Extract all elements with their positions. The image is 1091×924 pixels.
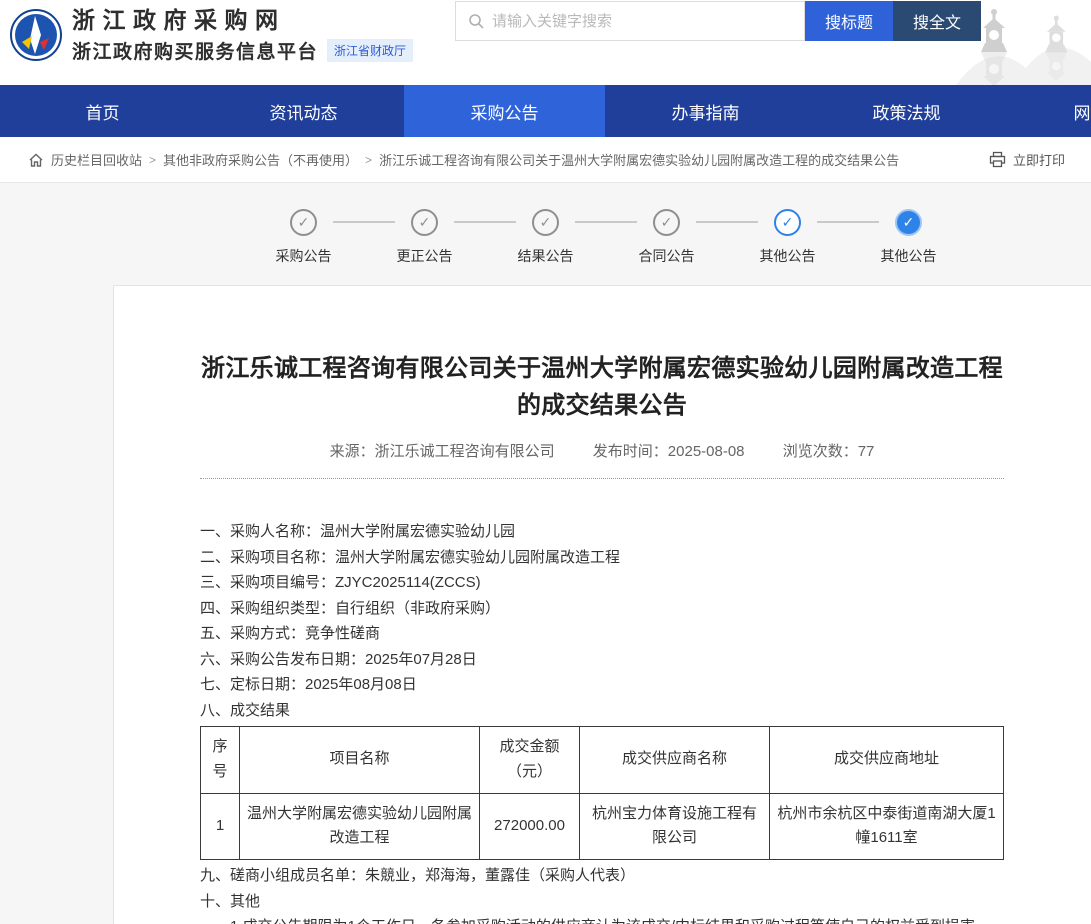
meta-divider xyxy=(200,478,1004,479)
nav-item-policies[interactable]: 政策法规 xyxy=(806,85,1007,137)
article-card: 浙江乐诚工程咨询有限公司关于温州大学附属宏德实验幼儿园附属改造工程的成交结果公告… xyxy=(113,285,1091,924)
step-label: 结果公告 xyxy=(518,246,574,266)
main-nav: 首页 资讯动态 采购公告 办事指南 政策法规 网站工作 xyxy=(0,85,1091,137)
site-logo-icon xyxy=(10,9,62,61)
site-title-block: 浙江政府采购网 浙江政府购买服务信息平台 浙江省财政厅 xyxy=(72,7,413,64)
check-icon: ✓ xyxy=(419,214,431,231)
step-label: 其他公告 xyxy=(760,246,816,266)
step-other-notice-current[interactable]: ✓ 其他公告 xyxy=(848,209,969,266)
check-icon: ✓ xyxy=(661,214,673,231)
article-meta: 来源：浙江乐诚工程咨询有限公司 发布时间：2025-08-08 浏览次数：77 xyxy=(200,440,1004,461)
cell-amount: 272000.00 xyxy=(480,793,580,860)
step-contract-notice[interactable]: ✓ 合同公告 xyxy=(606,209,727,266)
step-other-notice[interactable]: ✓ 其他公告 xyxy=(727,209,848,266)
col-header-seq: 序号 xyxy=(201,727,240,794)
check-icon: ✓ xyxy=(782,214,794,231)
notice-period-paragraph: 1.成交公告期限为1个工作日，各参加采购活动的供应商认为该成交/中标结果和采购过… xyxy=(200,914,1004,924)
site-subtitle: 浙江政府购买服务信息平台 xyxy=(72,37,318,64)
step-procurement-notice[interactable]: ✓ 采购公告 xyxy=(243,209,364,266)
notice-steps: ✓ 采购公告 ✓ 更正公告 ✓ 结果公告 ✓ 合同公告 ✓ 其他公告 ✓ 其他公… xyxy=(243,183,1091,266)
breadcrumb-item-current: 浙江乐诚工程咨询有限公司关于温州大学附属宏德实验幼儿园附属改造工程的成交结果公告 xyxy=(379,150,899,169)
check-icon: ✓ xyxy=(298,214,310,231)
finance-dept-badge: 浙江省财政厅 xyxy=(327,39,413,62)
print-button[interactable]: 立即打印 xyxy=(975,150,1065,169)
cell-supplier-address: 杭州市余杭区中泰街道南湖大厦1幢1611室 xyxy=(770,793,1004,860)
item-award-result: 八、成交结果 xyxy=(200,698,1004,724)
step-label: 采购公告 xyxy=(276,246,332,266)
site-logo[interactable]: 浙江政府采购网 浙江政府购买服务信息平台 浙江省财政厅 xyxy=(10,7,413,64)
nav-item-news[interactable]: 资讯动态 xyxy=(203,85,404,137)
site-title: 浙江政府采购网 xyxy=(72,7,413,35)
table-header-row: 序号 项目名称 成交金额 （元） 成交供应商名称 成交供应商地址 xyxy=(201,727,1004,794)
item-project-name: 二、采购项目名称：温州大学附属宏德实验幼儿园附属改造工程 xyxy=(200,545,1004,571)
nav-item-procurement-notices[interactable]: 采购公告 xyxy=(404,85,605,137)
search-box xyxy=(455,1,805,41)
article-publish-time: 发布时间：2025-08-08 xyxy=(593,443,745,460)
breadcrumb-separator: > xyxy=(365,153,372,167)
breadcrumb-separator: > xyxy=(149,153,156,167)
nav-item-site-work[interactable]: 网站工作 xyxy=(1007,85,1091,137)
cell-supplier-name: 杭州宝力体育设施工程有限公司 xyxy=(580,793,770,860)
step-label: 更正公告 xyxy=(397,246,453,266)
article-body: 一、采购人名称：温州大学附属宏德实验幼儿园 二、采购项目名称：温州大学附属宏德实… xyxy=(200,519,1004,924)
nav-item-home[interactable]: 首页 xyxy=(2,85,203,137)
article-source: 来源：浙江乐诚工程咨询有限公司 xyxy=(330,443,555,460)
col-header-supplier-name: 成交供应商名称 xyxy=(580,727,770,794)
col-header-project-name: 项目名称 xyxy=(240,727,480,794)
item-other: 十、其他 xyxy=(200,889,1004,915)
print-label: 立即打印 xyxy=(1013,150,1065,169)
search-bar: 搜标题 搜全文 xyxy=(455,1,981,41)
site-header: 浙江政府采购网 浙江政府购买服务信息平台 浙江省财政厅 搜标题 搜全文 xyxy=(0,0,1091,85)
article-title: 浙江乐诚工程咨询有限公司关于温州大学附属宏德实验幼儿园附属改造工程的成交结果公告 xyxy=(200,350,1004,424)
award-result-table: 序号 项目名称 成交金额 （元） 成交供应商名称 成交供应商地址 1 温州大学附… xyxy=(200,726,1004,860)
check-icon: ✓ xyxy=(903,214,915,231)
cell-project-name: 温州大学附属宏德实验幼儿园附属改造工程 xyxy=(240,793,480,860)
col-header-supplier-address: 成交供应商地址 xyxy=(770,727,1004,794)
home-icon xyxy=(28,152,44,168)
search-input[interactable] xyxy=(492,13,792,30)
search-fulltext-button[interactable]: 搜全文 xyxy=(893,1,981,41)
page-lower-area: 浙江乐诚工程咨询有限公司关于温州大学附属宏德实验幼儿园附属改造工程的成交结果公告… xyxy=(0,285,1091,924)
step-result-notice[interactable]: ✓ 结果公告 xyxy=(485,209,606,266)
col-header-amount: 成交金额 （元） xyxy=(480,727,580,794)
step-label: 其他公告 xyxy=(881,246,937,266)
table-row: 1 温州大学附属宏德实验幼儿园附属改造工程 272000.00 杭州宝力体育设施… xyxy=(201,793,1004,860)
check-icon: ✓ xyxy=(540,214,552,231)
item-purchaser-name: 一、采购人名称：温州大学附属宏德实验幼儿园 xyxy=(200,519,1004,545)
step-label: 合同公告 xyxy=(639,246,695,266)
nav-item-service-guide[interactable]: 办事指南 xyxy=(605,85,806,137)
notice-steps-band: ✓ 采购公告 ✓ 更正公告 ✓ 结果公告 ✓ 合同公告 ✓ 其他公告 ✓ 其他公… xyxy=(0,183,1091,285)
search-title-button[interactable]: 搜标题 xyxy=(805,1,893,41)
cell-seq: 1 xyxy=(201,793,240,860)
item-organization-type: 四、采购组织类型：自行组织（非政府采购） xyxy=(200,596,1004,622)
breadcrumb-item-recycle[interactable]: 历史栏目回收站 xyxy=(51,150,142,169)
item-panel-members: 九、磋商小组成员名单：朱競业，郑海海，董露佳（采购人代表） xyxy=(200,863,1004,889)
article-view-count: 浏览次数：77 xyxy=(783,443,875,460)
item-procurement-method: 五、采购方式：竞争性磋商 xyxy=(200,621,1004,647)
item-project-number: 三、采购项目编号：ZJYC2025114(ZCCS) xyxy=(200,570,1004,596)
step-correction-notice[interactable]: ✓ 更正公告 xyxy=(364,209,485,266)
breadcrumb: 历史栏目回收站 > 其他非政府采购公告（不再使用） > 浙江乐诚工程咨询有限公司… xyxy=(0,137,1091,183)
breadcrumb-item-category[interactable]: 其他非政府采购公告（不再使用） xyxy=(163,150,358,169)
item-award-date: 七、定标日期：2025年08月08日 xyxy=(200,672,1004,698)
printer-icon xyxy=(989,151,1006,168)
item-notice-date: 六、采购公告发布日期：2025年07月28日 xyxy=(200,647,1004,673)
search-icon xyxy=(468,13,484,29)
